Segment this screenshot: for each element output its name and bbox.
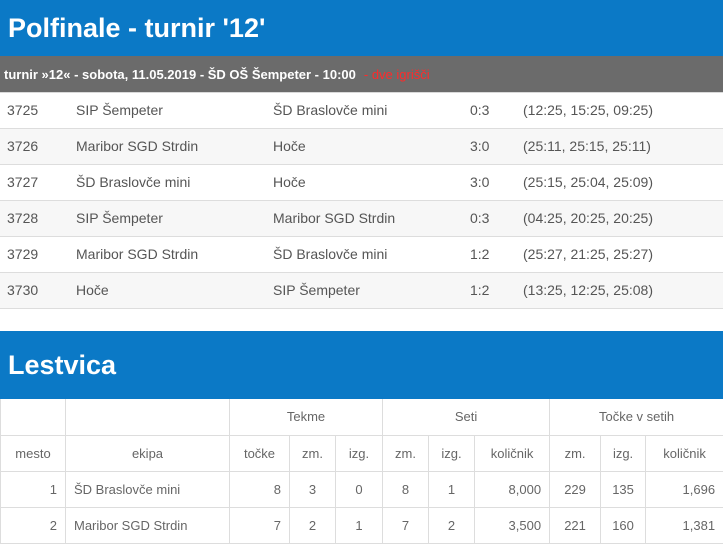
match-id: 3725: [7, 102, 39, 118]
cell-tekme-zm: 2: [289, 506, 336, 544]
match-score: 1:2: [470, 246, 490, 262]
col-header-mesto: mesto: [0, 434, 66, 472]
cell-tocke-zm: 221: [549, 506, 602, 544]
match-id: 3728: [7, 210, 39, 226]
group-header-row: Tekme Seti Točke v setih: [0, 399, 723, 436]
col-header-tocke-zm: zm.: [549, 434, 602, 472]
set-scores: (04:25, 20:25, 20:25): [523, 210, 653, 226]
away-team: ŠD Braslovče mini: [273, 102, 388, 118]
table-row: 1 ŠD Braslovče mini 8 3 0 8 1 8,000 229 …: [0, 470, 723, 508]
set-scores: (12:25, 15:25, 09:25): [523, 102, 653, 118]
match-id: 3730: [7, 282, 39, 298]
tournament-bar: turnir »12« - sobota, 11.05.2019 - ŠD OŠ…: [0, 56, 723, 93]
cell-seti-kolicnik: 8,000: [474, 470, 551, 508]
home-team: Hoče: [76, 282, 109, 298]
home-team: Maribor SGD Strdin: [76, 138, 199, 154]
cell-tocke-zm: 229: [549, 470, 602, 508]
cell-seti-zm: 7: [382, 506, 430, 544]
col-header-seti-kolicnik: količnik: [474, 434, 551, 472]
cell-seti-zm: 8: [382, 470, 430, 508]
cell-tocke-izg: 160: [600, 506, 647, 544]
cell-ekipa: Maribor SGD Strdin: [65, 506, 230, 544]
matches-list: 3725 SIP Šempeter ŠD Braslovče mini 0:3 …: [0, 93, 723, 309]
col-header-seti-zm: zm.: [382, 434, 430, 472]
tournament-note: - dve igrišči: [363, 66, 430, 82]
cell-seti-izg: 1: [428, 470, 476, 508]
match-score: 0:3: [470, 102, 490, 118]
section-title-polfinale: Polfinale - turnir '12': [0, 0, 723, 56]
home-team: SIP Šempeter: [76, 102, 163, 118]
cell-tocke-izg: 135: [600, 470, 647, 508]
set-scores: (25:15, 25:04, 25:09): [523, 174, 653, 190]
set-scores: (25:11, 25:15, 25:11): [523, 138, 651, 154]
match-score: 0:3: [470, 210, 490, 226]
column-header-row: mesto ekipa točke zm. izg. zm. izg. koli…: [0, 434, 723, 472]
col-header-seti-izg: izg.: [428, 434, 476, 472]
cell-mesto: 2: [0, 506, 66, 544]
cell-tocke: 8: [229, 470, 290, 508]
cell-tocke-kolicnik: 1,696: [645, 470, 723, 508]
cell-tekme-zm: 3: [289, 470, 336, 508]
table-row: 2 Maribor SGD Strdin 7 2 1 7 2 3,500 221…: [0, 506, 723, 544]
away-team: Hoče: [273, 138, 306, 154]
away-team: Hoče: [273, 174, 306, 190]
set-scores: (25:27, 21:25, 25:27): [523, 246, 653, 262]
match-score: 1:2: [470, 282, 490, 298]
match-row: 3730 Hoče SIP Šempeter 1:2 (13:25, 12:25…: [0, 273, 723, 309]
match-id: 3726: [7, 138, 39, 154]
match-score: 3:0: [470, 138, 490, 154]
match-row: 3726 Maribor SGD Strdin Hoče 3:0 (25:11,…: [0, 129, 723, 165]
empty-header: [0, 399, 66, 436]
cell-tekme-izg: 1: [334, 506, 384, 544]
cell-mesto: 1: [0, 470, 66, 508]
page-title: Polfinale - turnir '12': [8, 12, 266, 43]
col-header-tocke-izg: izg.: [600, 434, 647, 472]
cell-tekme-izg: 0: [334, 470, 384, 508]
section-title-lestvica: Lestvica: [0, 331, 723, 399]
cell-seti-kolicnik: 3,500: [474, 506, 551, 544]
match-row: 3728 SIP Šempeter Maribor SGD Strdin 0:3…: [0, 201, 723, 237]
cell-seti-izg: 2: [428, 506, 476, 544]
standings-table: Tekme Seti Točke v setih mesto ekipa toč…: [0, 399, 723, 544]
home-team: SIP Šempeter: [76, 210, 163, 226]
home-team: Maribor SGD Strdin: [76, 246, 199, 262]
set-scores: (13:25, 12:25, 25:08): [523, 282, 653, 298]
match-score: 3:0: [470, 174, 490, 190]
away-team: Maribor SGD Strdin: [273, 210, 396, 226]
col-header-tekme-izg: izg.: [334, 434, 384, 472]
standings-title: Lestvica: [8, 349, 117, 380]
empty-header: [65, 399, 230, 436]
tournament-info: turnir »12« - sobota, 11.05.2019 - ŠD OŠ…: [4, 66, 356, 82]
match-id: 3727: [7, 174, 39, 190]
away-team: ŠD Braslovče mini: [273, 246, 388, 262]
match-row: 3729 Maribor SGD Strdin ŠD Braslovče min…: [0, 237, 723, 273]
away-team: SIP Šempeter: [273, 282, 360, 298]
cell-tocke: 7: [229, 506, 290, 544]
group-header-tekme: Tekme: [228, 399, 384, 436]
match-row: 3725 SIP Šempeter ŠD Braslovče mini 0:3 …: [0, 93, 723, 129]
col-header-tocke: točke: [229, 434, 290, 472]
col-header-ekipa: ekipa: [65, 434, 230, 472]
match-row: 3727 ŠD Braslovče mini Hoče 3:0 (25:15, …: [0, 165, 723, 201]
col-header-tekme-zm: zm.: [289, 434, 336, 472]
col-header-tocke-kolicnik: količnik: [645, 434, 723, 472]
home-team: ŠD Braslovče mini: [76, 174, 191, 190]
cell-tocke-kolicnik: 1,381: [645, 506, 723, 544]
group-header-tocke-v-setih: Točke v setih: [549, 399, 723, 436]
match-id: 3729: [7, 246, 39, 262]
cell-ekipa: ŠD Braslovče mini: [65, 470, 230, 508]
group-header-seti: Seti: [382, 399, 551, 436]
